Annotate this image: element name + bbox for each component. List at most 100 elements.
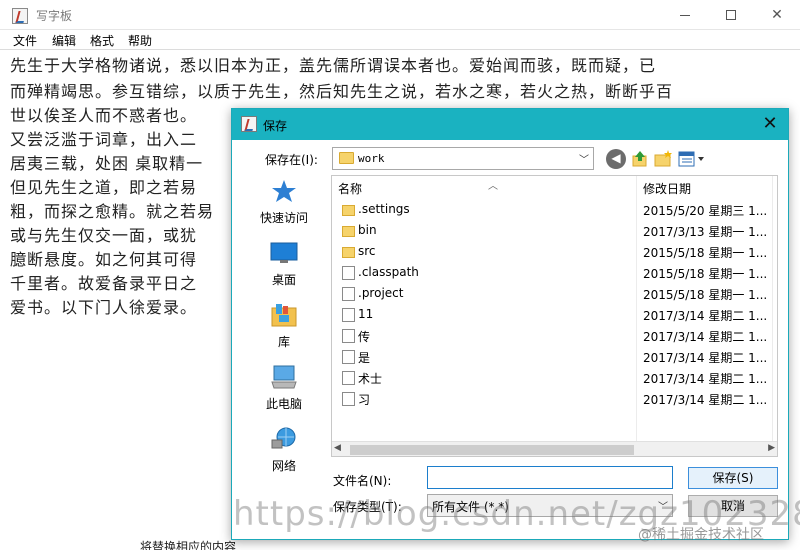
file-date: 2017/3/14 星期二 1... bbox=[643, 309, 768, 323]
save-dialog: 保存 ✕ 保存在(I): work ﹀ ◀ 快速访问 桌面 库 此电脑 网络 名… bbox=[231, 108, 789, 540]
file-row[interactable]: 11 2017/3/14 星期二 1... 文 bbox=[332, 305, 778, 326]
place-network[interactable]: 网络 bbox=[238, 423, 330, 481]
scrollbar-thumb[interactable] bbox=[350, 445, 634, 455]
file-name: .project bbox=[358, 286, 404, 300]
file-name: 11 bbox=[358, 307, 374, 321]
editor-line: 先生于大学格物诸说，悉以旧本为正，盖先儒所谓误本者也。爱始闻而骇，既而疑，已 bbox=[10, 56, 657, 75]
editor-line: 居夷三载，处困 桌取精一 bbox=[10, 154, 204, 173]
file-name: src bbox=[358, 244, 376, 258]
place-label: 快速访问 bbox=[259, 211, 308, 225]
file-date: 2017/3/14 星期二 1... bbox=[643, 330, 768, 344]
column-header-date[interactable]: 修改日期 bbox=[643, 180, 691, 197]
dialog-titlebar: 保存 ✕ bbox=[232, 109, 788, 140]
file-name: bin bbox=[358, 223, 377, 237]
file-row[interactable]: 习 2017/3/14 星期二 1... 文 bbox=[332, 389, 778, 410]
file-icon bbox=[342, 392, 355, 406]
library-icon bbox=[271, 304, 297, 327]
file-type: 文 bbox=[777, 223, 778, 240]
desktop-icon bbox=[270, 242, 298, 263]
file-row[interactable]: 是 2017/3/14 星期二 1... 文 bbox=[332, 347, 778, 368]
file-row[interactable]: 术士 2017/3/14 星期二 1... 文 bbox=[332, 368, 778, 389]
view-menu-button[interactable] bbox=[678, 149, 706, 169]
window-title: 写字板 bbox=[36, 9, 73, 23]
folder-icon bbox=[339, 152, 354, 164]
file-type: 文 bbox=[777, 370, 778, 387]
file-name: 是 bbox=[358, 351, 371, 365]
file-type: 文 bbox=[777, 202, 778, 219]
file-icon bbox=[342, 371, 355, 385]
file-date: 2015/5/18 星期一 1... bbox=[643, 246, 768, 260]
place-label: 此电脑 bbox=[265, 397, 302, 411]
menu-help[interactable]: 帮助 bbox=[128, 32, 152, 49]
file-type: C bbox=[777, 265, 778, 279]
close-icon: ✕ bbox=[771, 7, 783, 23]
file-name: 习 bbox=[358, 393, 371, 407]
site-watermark: @稀土掘金技术社区 bbox=[638, 527, 764, 543]
file-type: 文 bbox=[777, 307, 778, 324]
file-list[interactable]: 名称 ︿ 修改日期 ≣ .settings 2015/5/20 星期三 1...… bbox=[331, 175, 778, 457]
file-icon bbox=[342, 350, 355, 364]
minimize-icon bbox=[680, 14, 690, 16]
file-type: 文 bbox=[777, 244, 778, 261]
file-row[interactable]: bin 2017/3/13 星期一 1... 文 bbox=[332, 221, 778, 242]
scroll-right-icon[interactable]: ▶ bbox=[768, 443, 775, 453]
maximize-icon bbox=[726, 10, 736, 20]
file-date: 2015/5/18 星期一 1... bbox=[643, 267, 768, 281]
back-arrow-icon: ◀ bbox=[611, 151, 621, 165]
up-folder-icon bbox=[632, 151, 647, 167]
app-icon bbox=[241, 116, 257, 132]
filename-input[interactable] bbox=[427, 466, 673, 489]
place-library[interactable]: 库 bbox=[238, 299, 330, 357]
file-type: 文 bbox=[777, 349, 778, 366]
computer-icon bbox=[271, 365, 297, 389]
file-type: 文 bbox=[777, 328, 778, 345]
file-row[interactable]: .project 2015/5/18 星期一 1... P bbox=[332, 284, 778, 305]
scroll-left-icon[interactable]: ◀ bbox=[334, 443, 341, 453]
folder-icon bbox=[342, 226, 355, 237]
new-folder-icon bbox=[654, 150, 672, 167]
sort-up-icon: ︿ bbox=[488, 181, 498, 192]
file-icon bbox=[342, 308, 355, 322]
close-button[interactable]: ✕ bbox=[754, 0, 800, 30]
file-name: 术士 bbox=[358, 372, 383, 386]
maximize-button[interactable] bbox=[708, 0, 754, 30]
menu-file[interactable]: 文件 bbox=[13, 32, 37, 49]
file-icon bbox=[342, 266, 355, 280]
save-button[interactable]: 保存(S) bbox=[688, 467, 778, 489]
dialog-close-button[interactable]: ✕ bbox=[756, 111, 784, 137]
place-label: 桌面 bbox=[271, 273, 296, 287]
app-icon bbox=[12, 8, 28, 24]
editor-line: 世以俟圣人而不惑者也。 bbox=[10, 106, 198, 125]
menubar: 文件 编辑 格式 帮助 bbox=[0, 30, 800, 50]
filename-label: 文件名(N): bbox=[333, 474, 392, 488]
horizontal-scrollbar[interactable]: ◀ ▶ bbox=[332, 441, 777, 456]
back-button[interactable]: ◀ bbox=[606, 149, 626, 169]
editor-line: 千里者。故爱备录平日之 bbox=[10, 274, 198, 293]
file-icon bbox=[342, 329, 355, 343]
file-date: 2015/5/18 星期一 1... bbox=[643, 288, 768, 302]
file-icon bbox=[342, 287, 355, 301]
place-desktop[interactable]: 桌面 bbox=[238, 237, 330, 295]
file-name: .classpath bbox=[358, 265, 419, 279]
editor-line: 但见先生之道，即之若易 bbox=[10, 178, 198, 197]
up-folder-button[interactable] bbox=[630, 149, 650, 169]
minimize-button[interactable] bbox=[662, 0, 708, 30]
file-row[interactable]: .settings 2015/5/20 星期三 1... 文 bbox=[332, 200, 778, 221]
file-row[interactable]: src 2015/5/18 星期一 1... 文 bbox=[332, 242, 778, 263]
save-in-combo[interactable]: work ﹀ bbox=[332, 147, 594, 170]
file-name: .settings bbox=[358, 202, 410, 216]
menu-edit[interactable]: 编辑 bbox=[52, 32, 76, 49]
column-header-name[interactable]: 名称 ︿ bbox=[338, 180, 498, 197]
file-row[interactable]: 传 2017/3/14 星期二 1... 文 bbox=[332, 326, 778, 347]
star-icon bbox=[272, 180, 296, 202]
file-type: 文 bbox=[777, 391, 778, 408]
menu-format[interactable]: 格式 bbox=[90, 32, 114, 49]
new-folder-button[interactable] bbox=[653, 149, 673, 169]
editor-line: 或与先生仅交一面，或犹 bbox=[10, 226, 198, 245]
file-row[interactable]: .classpath 2015/5/18 星期一 1... C bbox=[332, 263, 778, 284]
column-header-more[interactable]: ≣ bbox=[777, 180, 778, 194]
place-quick-access[interactable]: 快速访问 bbox=[238, 175, 330, 233]
place-this-pc[interactable]: 此电脑 bbox=[238, 361, 330, 419]
file-type: P bbox=[777, 286, 778, 300]
editor-line: 爱书。以下门人徐爱录。 bbox=[10, 298, 198, 317]
